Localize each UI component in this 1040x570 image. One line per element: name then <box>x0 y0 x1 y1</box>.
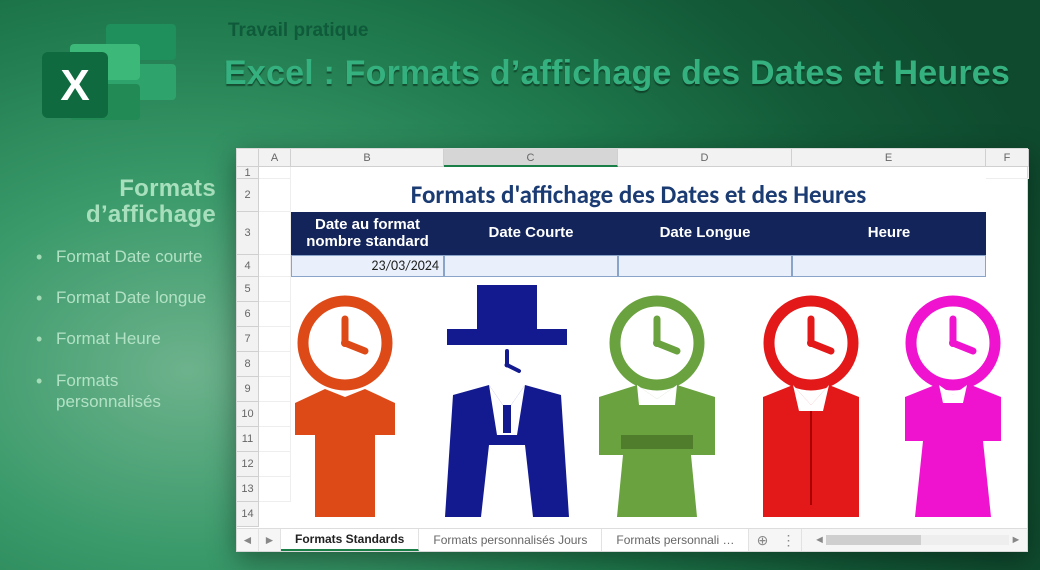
excel-logo: X <box>28 18 188 138</box>
sidebar-item: Formats personnalisés <box>36 370 216 413</box>
col-header-E[interactable]: E <box>792 149 986 167</box>
sheet-tab[interactable]: Formats personnalisés Jours <box>419 529 602 551</box>
row-header[interactable]: 5 <box>237 277 259 302</box>
svg-text:X: X <box>60 61 89 110</box>
row-header[interactable]: 2 <box>237 179 259 212</box>
add-sheet-button[interactable]: ⊕ <box>749 529 775 551</box>
figure-red-shirt <box>763 301 859 517</box>
cell-B4[interactable]: 23/03/2024 <box>291 255 444 277</box>
row-header[interactable]: 10 <box>237 402 259 427</box>
figures-illustration <box>267 285 1007 525</box>
grid[interactable]: 1 2 3 4 5 6 7 8 9 10 11 12 13 14 Formats… <box>237 167 1027 528</box>
row-header[interactable]: 4 <box>237 255 259 277</box>
table-header-C: Date Courte <box>444 212 618 255</box>
cell-E4[interactable] <box>792 255 986 277</box>
scroll-thumb[interactable] <box>826 535 921 545</box>
sheet-tab[interactable]: Formats personnali … <box>602 529 749 551</box>
sheet-title: Formats d'affichage des Dates et des Heu… <box>291 179 986 212</box>
row-header[interactable]: 6 <box>237 302 259 327</box>
col-header-C[interactable]: C <box>444 149 618 167</box>
col-header-F[interactable]: F <box>986 149 1029 167</box>
sidebar-item: Format Heure <box>36 328 216 349</box>
figure-orange-tshirt <box>295 301 395 517</box>
scroll-right-icon[interactable]: ► <box>1009 534 1023 546</box>
sidebar-heading: Formats d’affichage <box>36 176 216 228</box>
figure-green-kimono <box>599 301 715 517</box>
row-header[interactable]: 12 <box>237 452 259 477</box>
col-header-B[interactable]: B <box>291 149 444 167</box>
sheet-tabs: ◄ ► Formats Standards Formats personnali… <box>237 528 1027 551</box>
scroll-left-icon[interactable]: ◄ <box>812 534 826 546</box>
row-header[interactable]: 1 <box>237 167 259 179</box>
col-header-D[interactable]: D <box>618 149 792 167</box>
row-header[interactable]: 13 <box>237 477 259 502</box>
page-title: Excel : Formats d’affichage des Dates et… <box>224 54 1010 93</box>
cell-D4[interactable] <box>618 255 792 277</box>
pretitle: Travail pratique <box>228 20 368 42</box>
row-header[interactable]: 7 <box>237 327 259 352</box>
select-all-corner[interactable] <box>237 149 259 167</box>
tab-nav-next-icon[interactable]: ► <box>259 529 281 551</box>
table-header-B: Date au format nombre standard <box>291 212 444 255</box>
col-header-A[interactable]: A <box>259 149 291 167</box>
figure-magenta-dress <box>905 301 1001 517</box>
excel-window: A B C D E F 1 2 3 4 5 6 7 8 9 10 11 12 1… <box>236 148 1028 552</box>
tab-scroll-divider: ⋮ <box>775 529 801 551</box>
sidebar: Formats d’affichage Format Date courte F… <box>36 176 216 432</box>
table-header-D: Date Longue <box>618 212 792 255</box>
row-header[interactable]: 3 <box>237 212 259 255</box>
cell-C4[interactable] <box>444 255 618 277</box>
row-header[interactable]: 9 <box>237 377 259 402</box>
row-header[interactable]: 14 <box>237 502 259 527</box>
row-header[interactable]: 8 <box>237 352 259 377</box>
row-header[interactable]: 11 <box>237 427 259 452</box>
tab-nav-prev-icon[interactable]: ◄ <box>237 529 259 551</box>
sheet-tab[interactable]: Formats Standards <box>281 529 419 551</box>
sidebar-item: Format Date longue <box>36 287 216 308</box>
sidebar-item: Format Date courte <box>36 246 216 267</box>
table-header-E: Heure <box>792 212 986 255</box>
figure-navy-tophat <box>445 285 569 517</box>
horizontal-scrollbar[interactable]: ◄ ► <box>801 529 1027 551</box>
